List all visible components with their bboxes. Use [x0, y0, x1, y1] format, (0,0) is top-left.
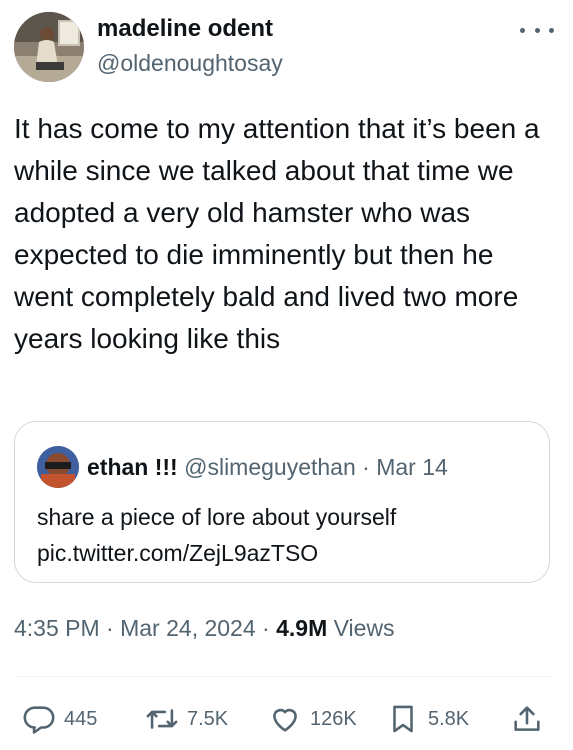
views-label: Views [333, 615, 395, 641]
author-avatar-photo [14, 12, 84, 82]
tweet-date[interactable]: Mar 24, 2024 [120, 615, 256, 641]
tweet-text: It has come to my attention that it’s be… [14, 113, 540, 354]
more-dot [534, 27, 540, 33]
quoted-avatar [37, 446, 79, 488]
quoted-date: Mar 14 [376, 454, 448, 480]
author-display-name[interactable]: madeline odent [97, 14, 273, 44]
meta-separator: · [106, 615, 114, 641]
tweet-meta: 4:35 PM · Mar 24, 2024 · 4.9M Views [14, 612, 395, 644]
retweet-button[interactable]: 7.5K [145, 694, 228, 744]
quoted-avatar-photo [37, 446, 79, 488]
quoted-separator: · [362, 454, 370, 480]
like-count: 126K [310, 707, 357, 730]
heart-icon [273, 708, 297, 732]
action-bar: 445 7.5K 126K 5.8K [0, 694, 573, 744]
more-dot [520, 27, 525, 33]
retweet-icon [146, 709, 178, 729]
quoted-handle: @slimeguyethan [184, 454, 356, 480]
meta-separator: · [262, 615, 270, 641]
quoted-tweet[interactable]: ethan !!! @slimeguyethan · Mar 14 share … [14, 421, 550, 583]
tweet: madeline odent @oldenoughtosay It has co… [0, 0, 573, 750]
divider [14, 676, 554, 677]
author-handle[interactable]: @oldenoughtosay [97, 48, 283, 78]
reply-button[interactable]: 445 [22, 694, 97, 744]
bookmark-icon [393, 705, 413, 733]
bookmark-count: 5.8K [428, 707, 470, 730]
like-button[interactable]: 126K [268, 694, 357, 744]
quoted-header: ethan !!! @slimeguyethan · Mar 14 [87, 452, 448, 482]
author-avatar[interactable] [14, 12, 84, 82]
retweet-count: 7.5K [187, 707, 229, 730]
share-icon [514, 706, 540, 731]
reply-icon [23, 706, 55, 734]
quoted-display-name: ethan !!! [87, 454, 178, 480]
views-count: 4.9M [276, 615, 328, 641]
reply-count: 445 [64, 707, 98, 730]
bookmark-button[interactable]: 5.8K [386, 694, 469, 744]
share-button[interactable] [510, 694, 544, 744]
more-dot [549, 27, 554, 33]
quoted-text: share a piece of lore about yourself pic… [37, 504, 397, 566]
more-horizontal-icon[interactable] [520, 20, 554, 40]
tweet-time[interactable]: 4:35 PM [14, 615, 100, 641]
